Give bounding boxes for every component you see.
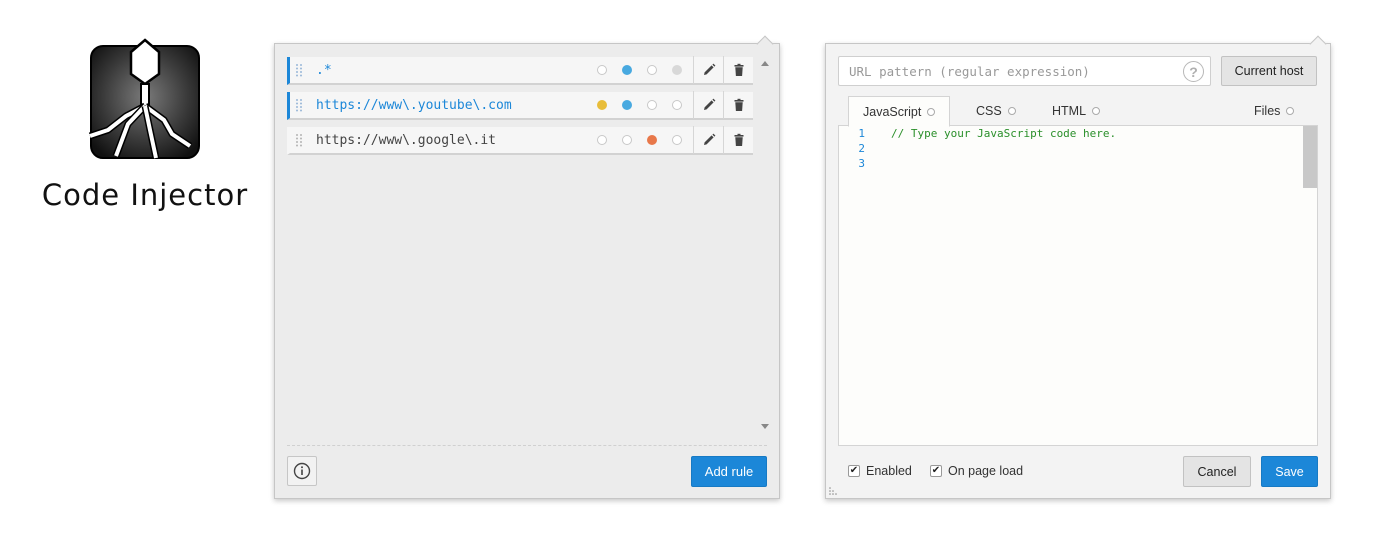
scroll-down-arrow-icon[interactable] bbox=[761, 424, 769, 429]
add-rule-button[interactable]: Add rule bbox=[691, 456, 767, 487]
rule-item[interactable]: .* bbox=[287, 56, 753, 85]
url-pattern-input[interactable] bbox=[839, 57, 1210, 85]
tab-status-dot-icon bbox=[1286, 107, 1295, 115]
current-host-button[interactable]: Current host bbox=[1221, 56, 1317, 86]
delete-rule-button[interactable] bbox=[723, 126, 753, 154]
virus-syringe-logo-icon bbox=[88, 38, 200, 159]
resize-handle-icon[interactable] bbox=[829, 486, 838, 495]
trash-icon bbox=[734, 98, 743, 111]
enabled-checkbox[interactable]: ✔ Enabled bbox=[848, 464, 912, 478]
files-indicator bbox=[672, 65, 682, 75]
url-pattern-field: ? bbox=[838, 56, 1211, 86]
rule-type-indicators bbox=[597, 100, 682, 110]
app-branding: Code Injector bbox=[40, 38, 250, 212]
trash-icon bbox=[734, 63, 743, 76]
scroll-up-arrow-icon[interactable] bbox=[761, 61, 769, 66]
delete-rule-button[interactable] bbox=[723, 91, 753, 119]
css-indicator bbox=[622, 100, 632, 110]
checkbox-checked-icon[interactable]: ✔ bbox=[848, 465, 860, 477]
tab-status-dot-icon bbox=[927, 107, 936, 116]
rule-pattern: https://www\.google\.it bbox=[316, 132, 497, 148]
tab-label: HTML bbox=[1052, 104, 1087, 118]
css-indicator bbox=[622, 65, 632, 75]
rule-type-indicators bbox=[597, 65, 682, 75]
tab-status-dot-icon bbox=[1092, 107, 1101, 115]
tab-html[interactable]: HTML bbox=[1038, 96, 1114, 126]
help-icon[interactable]: ? bbox=[1183, 61, 1204, 82]
files-indicator bbox=[672, 135, 682, 145]
rule-pattern: https://www\.youtube\.com bbox=[316, 97, 512, 113]
on-page-load-checkbox[interactable]: ✔ On page load bbox=[930, 464, 1023, 478]
js-indicator bbox=[597, 100, 607, 110]
css-indicator bbox=[622, 135, 632, 145]
tab-status-dot-icon bbox=[1007, 107, 1016, 115]
js-indicator bbox=[597, 135, 607, 145]
pencil-icon bbox=[703, 98, 715, 110]
html-indicator bbox=[647, 65, 657, 75]
code-line: 3 bbox=[839, 157, 891, 172]
tab-label: Files bbox=[1254, 104, 1281, 118]
drag-handle-icon[interactable] bbox=[295, 63, 303, 77]
code-editor[interactable]: 1 // Type your JavaScript code here. 2 3 bbox=[838, 125, 1318, 446]
edit-rule-button[interactable] bbox=[693, 126, 723, 154]
popup-notch bbox=[756, 35, 774, 53]
code-tabs: JavaScript CSS HTML Files bbox=[838, 96, 1318, 127]
checkbox-checked-icon[interactable]: ✔ bbox=[930, 465, 942, 477]
drag-handle-icon[interactable] bbox=[295, 133, 303, 147]
save-button[interactable]: Save bbox=[1261, 456, 1318, 487]
edit-rule-button[interactable] bbox=[693, 91, 723, 119]
delete-rule-button[interactable] bbox=[723, 56, 753, 84]
files-indicator bbox=[672, 100, 682, 110]
rule-type-indicators bbox=[597, 135, 682, 145]
js-indicator bbox=[597, 65, 607, 75]
line-number: 1 bbox=[858, 127, 865, 140]
rule-item[interactable]: https://www\.youtube\.com bbox=[287, 91, 753, 120]
editor-scrollbar[interactable] bbox=[1303, 126, 1317, 188]
drag-handle-icon[interactable] bbox=[295, 98, 303, 112]
pencil-icon bbox=[703, 133, 715, 145]
trash-icon bbox=[734, 133, 743, 146]
on-page-load-label: On page load bbox=[948, 464, 1024, 478]
enabled-label: Enabled bbox=[866, 464, 912, 478]
rules-panel: .* https://www\.youtube\.com https://www… bbox=[274, 35, 780, 499]
code-line: 2 bbox=[839, 142, 891, 157]
tab-label: JavaScript bbox=[863, 104, 922, 119]
tab-javascript[interactable]: JavaScript bbox=[848, 96, 951, 127]
line-code: // Type your JavaScript code here. bbox=[891, 127, 1117, 140]
footer-divider bbox=[287, 445, 767, 446]
line-number: 2 bbox=[858, 142, 865, 155]
code-line: 1 // Type your JavaScript code here. bbox=[839, 127, 1116, 142]
popup-notch bbox=[1309, 35, 1327, 53]
html-indicator bbox=[647, 135, 657, 145]
info-icon bbox=[293, 462, 311, 480]
rule-item[interactable]: https://www\.google\.it bbox=[287, 126, 753, 155]
tab-css[interactable]: CSS bbox=[962, 96, 1030, 126]
rule-pattern: .* bbox=[316, 62, 332, 78]
tab-files[interactable]: Files bbox=[1240, 96, 1308, 126]
rules-list: .* https://www\.youtube\.com https://www… bbox=[287, 56, 753, 162]
cancel-button[interactable]: Cancel bbox=[1183, 456, 1251, 487]
edit-rule-button[interactable] bbox=[693, 56, 723, 84]
html-indicator bbox=[647, 100, 657, 110]
tab-label: CSS bbox=[976, 104, 1002, 118]
rule-editor-panel: ? Current host JavaScript CSS HTML Files… bbox=[825, 35, 1331, 499]
app-title: Code Injector bbox=[41, 178, 249, 212]
pencil-icon bbox=[703, 63, 715, 75]
line-number: 3 bbox=[858, 157, 865, 170]
info-button[interactable] bbox=[287, 456, 317, 486]
